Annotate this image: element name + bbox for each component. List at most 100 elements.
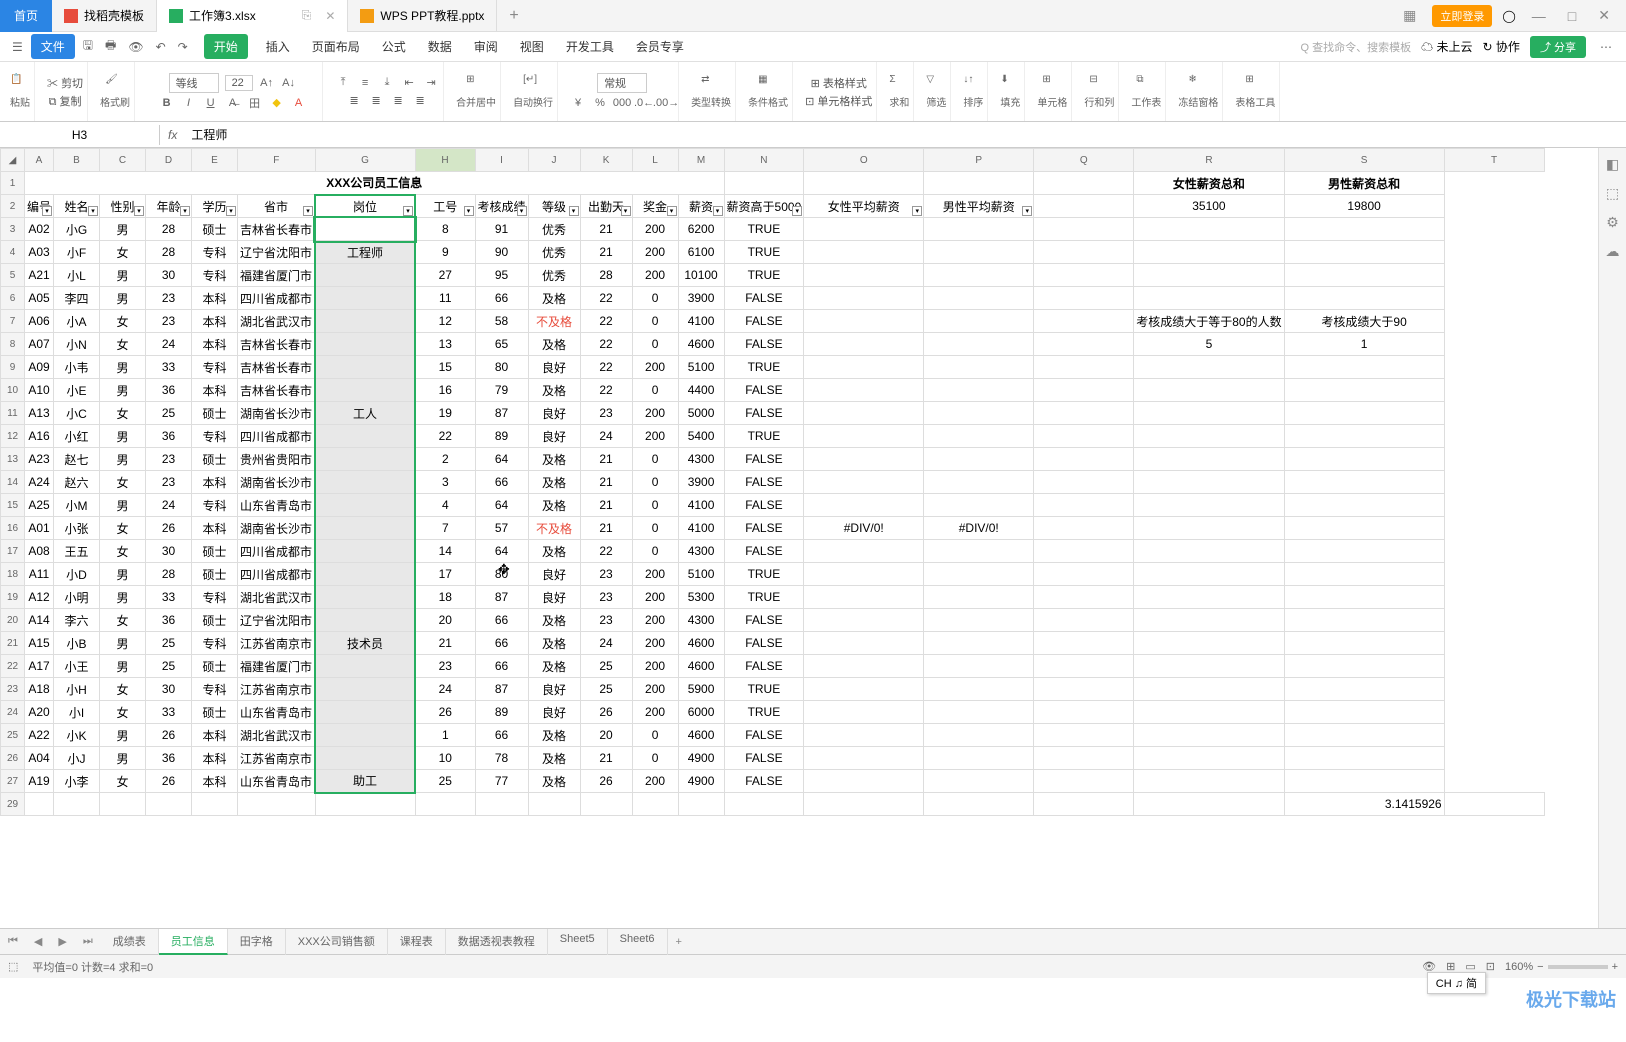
cell[interactable]: 男	[100, 425, 146, 448]
cell[interactable]: 小A	[54, 310, 100, 333]
cell[interactable]: 28	[580, 264, 632, 287]
cell[interactable]: 男	[100, 218, 146, 241]
cell[interactable]: 湖北省武汉市	[238, 310, 316, 333]
cell[interactable]: A10	[25, 379, 54, 402]
cell[interactable]: 1	[415, 724, 475, 747]
fill-color-button[interactable]: ◆	[269, 95, 285, 111]
cell[interactable]: FALSE	[724, 471, 804, 494]
cell[interactable]	[315, 333, 415, 356]
home-tab[interactable]: 首页	[0, 0, 52, 32]
cell[interactable]: 本科	[192, 379, 238, 402]
cell[interactable]: 小B	[54, 632, 100, 655]
cell[interactable]: 及格	[528, 540, 580, 563]
cell[interactable]: 5100	[678, 563, 724, 586]
cell[interactable]: 65	[475, 333, 528, 356]
cell[interactable]: 91	[475, 218, 528, 241]
worksheet-button[interactable]: ⧉工作表	[1131, 74, 1161, 109]
cell[interactable]: 66	[475, 609, 528, 632]
column-header-cell[interactable]: 学历▾	[192, 195, 238, 218]
cell[interactable]: TRUE	[724, 425, 804, 448]
cell[interactable]: A05	[25, 287, 54, 310]
cell[interactable]: 0	[632, 494, 678, 517]
col-header[interactable]: A	[25, 149, 54, 172]
cell[interactable]	[315, 287, 415, 310]
cell[interactable]: 女	[100, 517, 146, 540]
merge-center-button[interactable]: ⊞合并居中	[456, 74, 496, 109]
cell[interactable]: A01	[25, 517, 54, 540]
cell[interactable]: 男	[100, 287, 146, 310]
sheet-tab[interactable]: Sheet6	[608, 929, 668, 955]
cell[interactable]: A13	[25, 402, 54, 425]
maximize-button[interactable]: □	[1562, 8, 1582, 24]
cell[interactable]: 及格	[528, 379, 580, 402]
cell[interactable]: FALSE	[724, 540, 804, 563]
cell[interactable]: 男	[100, 563, 146, 586]
cell[interactable]: 小I	[54, 701, 100, 724]
format-painter-button[interactable]: 🖌格式刷	[100, 74, 130, 109]
cell[interactable]: 11	[415, 287, 475, 310]
cell[interactable]: 辽宁省沈阳市	[238, 241, 316, 264]
cell[interactable]: 200	[632, 655, 678, 678]
col-header[interactable]: Q	[1034, 149, 1134, 172]
cell[interactable]: 江苏省南京市	[238, 678, 316, 701]
rowcol-button[interactable]: ⊟行和列	[1084, 74, 1114, 109]
cell[interactable]: 10100	[678, 264, 724, 287]
cell[interactable]: TRUE	[724, 241, 804, 264]
share-button[interactable]: ⤴ 分享	[1530, 36, 1586, 58]
cell[interactable]: 8	[415, 218, 475, 241]
cell[interactable]: 200	[632, 701, 678, 724]
cell[interactable]: A24	[25, 471, 54, 494]
formula-input[interactable]: 工程师	[185, 123, 1626, 146]
filter-dropdown-icon[interactable]: ▾	[517, 206, 527, 216]
dec-inc-icon[interactable]: .0←	[636, 95, 652, 111]
cell[interactable]: 良好	[528, 563, 580, 586]
cell[interactable]: 硕士	[192, 448, 238, 471]
cell[interactable]: 24	[146, 494, 192, 517]
cell[interactable]: 23	[146, 471, 192, 494]
cell[interactable]: 湖南省长沙市	[238, 517, 316, 540]
decrease-font-icon[interactable]: A↓	[281, 75, 297, 91]
cell[interactable]: 4	[415, 494, 475, 517]
sheet-nav-prev[interactable]: ◀	[26, 935, 50, 948]
cell[interactable]: 0	[632, 540, 678, 563]
cell[interactable]: 64	[475, 494, 528, 517]
cell[interactable]	[315, 724, 415, 747]
cell[interactable]: 79	[475, 379, 528, 402]
cell[interactable]: 28	[146, 241, 192, 264]
cell[interactable]: 23	[580, 609, 632, 632]
cell[interactable]: 吉林省长春市	[238, 333, 316, 356]
cell[interactable]: 小韦	[54, 356, 100, 379]
col-header[interactable]: H	[415, 149, 475, 172]
filter-dropdown-icon[interactable]: ▾	[667, 206, 677, 216]
cell[interactable]: 21	[415, 632, 475, 655]
filter-dropdown-icon[interactable]: ▾	[1022, 206, 1032, 216]
cell[interactable]: 4900	[678, 747, 724, 770]
record-icon[interactable]: ⬚	[8, 960, 18, 973]
col-header[interactable]: M	[678, 149, 724, 172]
cell[interactable]: 良好	[528, 402, 580, 425]
cell[interactable]: 78	[475, 747, 528, 770]
cell[interactable]: 男	[100, 586, 146, 609]
cell[interactable]: 工人	[315, 402, 415, 425]
cell[interactable]: 200	[632, 678, 678, 701]
cell[interactable]: 小F	[54, 241, 100, 264]
cell[interactable]: 女	[100, 471, 146, 494]
type-convert-button[interactable]: ⇄类型转换	[691, 74, 731, 109]
cell[interactable]: 87	[475, 586, 528, 609]
cell[interactable]: 专科	[192, 678, 238, 701]
column-header-cell[interactable]: 编号▾	[25, 195, 54, 218]
cell[interactable]	[315, 747, 415, 770]
cell[interactable]	[315, 218, 415, 241]
cell[interactable]: 9	[415, 241, 475, 264]
filter-dropdown-icon[interactable]: ▾	[621, 206, 631, 216]
cell[interactable]: 贵州省贵阳市	[238, 448, 316, 471]
cell[interactable]: #DIV/0!	[804, 517, 924, 540]
cell[interactable]: 22	[580, 540, 632, 563]
cell[interactable]: 58	[475, 310, 528, 333]
cell[interactable]: FALSE	[724, 770, 804, 793]
comma-icon[interactable]: 000	[614, 95, 630, 111]
cell[interactable]: 小张	[54, 517, 100, 540]
cell[interactable]: TRUE	[724, 678, 804, 701]
cell[interactable]: 及格	[528, 632, 580, 655]
cell[interactable]: 28	[146, 563, 192, 586]
